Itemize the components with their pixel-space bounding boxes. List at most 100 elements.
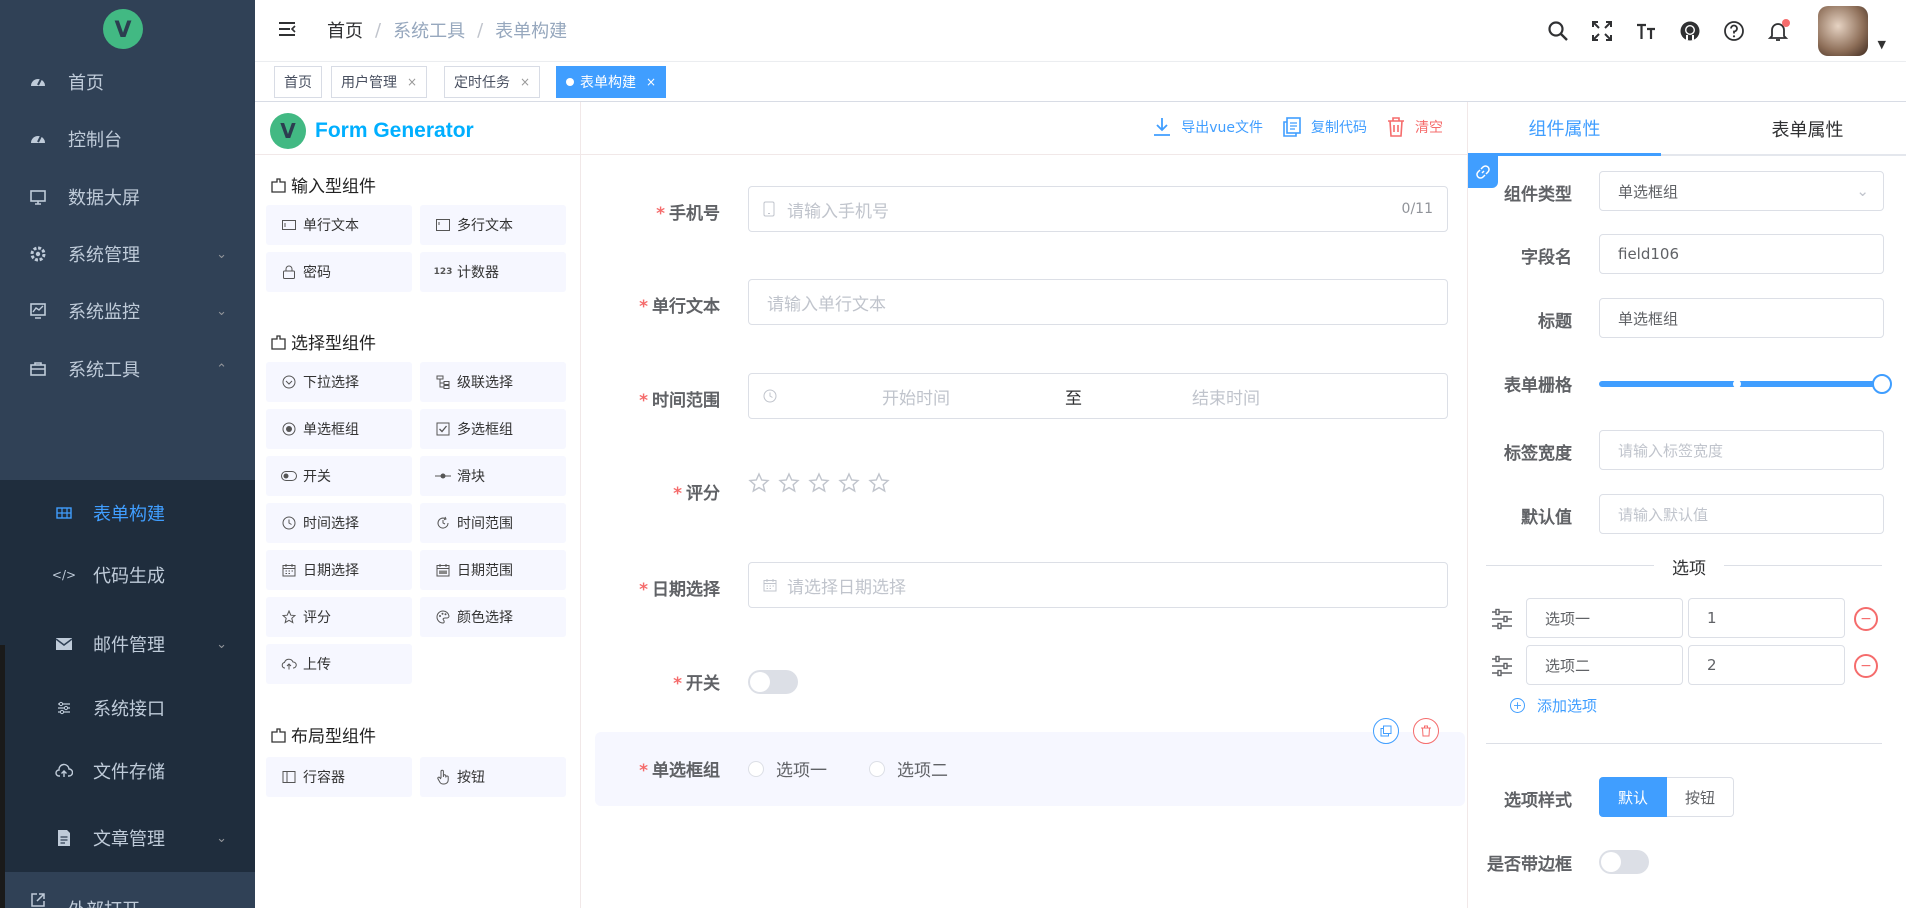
title-input[interactable]: 单选框组 [1599, 298, 1884, 338]
component-radio[interactable]: 单选框组 [266, 409, 412, 449]
checkbox-icon [435, 421, 451, 437]
star-icon[interactable] [868, 472, 890, 494]
tab-component-props[interactable]: 组件属性 [1468, 102, 1661, 156]
sidebar-subitem-form-builder[interactable]: 表单构建 [0, 483, 255, 543]
component-rate[interactable]: 评分 [266, 597, 412, 637]
add-option-button[interactable]: + 添加选项 [1510, 695, 1597, 716]
sidebar-subitem-api[interactable]: 系统接口 [0, 678, 255, 738]
font-size-icon[interactable] [1628, 13, 1664, 49]
caret-down-icon[interactable]: ▼ [1878, 38, 1886, 51]
sidebar-item-system-monitor[interactable]: 系统监控 ⌄ [0, 281, 255, 341]
sidebar-item-articles[interactable]: 文章管理 ⌄ [0, 808, 255, 868]
copy-item-button[interactable] [1373, 718, 1399, 744]
date-input[interactable]: 请选择日期选择 [748, 562, 1448, 608]
clear-button[interactable]: 清空 [1385, 116, 1443, 138]
component-cascader[interactable]: 级联选择 [420, 362, 566, 402]
tab-form-props[interactable]: 表单属性 [1711, 102, 1904, 156]
component-type-select[interactable]: 单选框组 ⌄ [1599, 171, 1884, 211]
tag-user-manage[interactable]: 用户管理 × [331, 66, 428, 98]
option-value-input[interactable]: 1 [1688, 598, 1845, 638]
tag-form-builder[interactable]: 表单构建 × [556, 66, 667, 98]
component-switch[interactable]: 开关 [266, 456, 412, 496]
row-icon [281, 769, 297, 785]
bell-icon[interactable] [1760, 13, 1796, 49]
sidebar-item-system-manage[interactable]: 系统管理 ⌄ [0, 224, 255, 284]
avatar[interactable] [1817, 6, 1868, 56]
time-range-input[interactable]: 开始时间 至 结束时间 [748, 373, 1448, 419]
sidebar-subitem-code-gen[interactable]: </> 代码生成 [0, 545, 255, 605]
sidebar-subitem-label: 系统接口 [93, 699, 165, 720]
delete-item-button[interactable] [1413, 718, 1439, 744]
radio-circle[interactable] [869, 760, 885, 777]
star-icon[interactable] [778, 472, 800, 494]
header-icons: ▼ [1532, 0, 1906, 62]
sliders-icon [54, 698, 74, 718]
radio-option[interactable]: 选项二 [869, 756, 948, 781]
form-item-radio-active[interactable]: * 单选框组 选项一 选项二 [595, 718, 1465, 806]
remove-option-icon[interactable]: − [1854, 607, 1878, 631]
sidebar-item-console[interactable]: 控制台 [0, 109, 255, 169]
vue-logo-icon[interactable]: V [102, 8, 144, 50]
slider-handle[interactable] [1872, 374, 1892, 394]
star-icon[interactable] [748, 472, 770, 494]
span-slider[interactable] [1599, 374, 1892, 394]
sidebar-item-external[interactable]: 外部打开 [0, 878, 255, 908]
component-time-range[interactable]: 时间范围 [420, 503, 566, 543]
option-label-input[interactable]: 选项二 [1526, 645, 1683, 685]
component-button[interactable]: 按钮 [420, 757, 566, 797]
component-number[interactable]: 123 计数器 [420, 252, 566, 292]
option-value-input[interactable]: 2 [1688, 645, 1845, 685]
breadcrumb-item[interactable]: 首页 [327, 17, 363, 43]
component-checkbox[interactable]: 多选框组 [420, 409, 566, 449]
star-icon[interactable] [808, 472, 830, 494]
sidebar-item-data-screen[interactable]: 数据大屏 [0, 167, 255, 227]
star-icon[interactable] [838, 472, 860, 494]
close-icon[interactable]: × [520, 75, 530, 89]
component-row[interactable]: 行容器 [266, 757, 412, 797]
sidebar-subitem-file-storage[interactable]: 文件存储 [0, 741, 255, 801]
sidebar-item-label: 数据大屏 [68, 188, 140, 209]
default-value-input[interactable]: 请输入默认值 [1599, 494, 1884, 534]
export-vue-button[interactable]: 导出vue文件 [1151, 116, 1263, 138]
component-select[interactable]: 下拉选择 [266, 362, 412, 402]
component-color[interactable]: 颜色选择 [420, 597, 566, 637]
tag-label: 用户管理 [341, 75, 397, 91]
component-time[interactable]: 时间选择 [266, 503, 412, 543]
component-single-text[interactable]: 单行文本 [266, 205, 412, 245]
component-upload[interactable]: 上传 [266, 644, 412, 684]
sidebar-item-system-tools[interactable]: 系统工具 ⌃ [0, 339, 255, 399]
copy-code-button[interactable]: 复制代码 [1281, 116, 1367, 138]
tag-scheduled-tasks[interactable]: 定时任务 × [444, 66, 541, 98]
github-icon[interactable] [1672, 13, 1708, 49]
drag-handle-icon[interactable] [1490, 607, 1514, 631]
component-date[interactable]: 日期选择 [266, 550, 412, 590]
help-icon[interactable] [1716, 13, 1752, 49]
drag-handle-icon[interactable] [1490, 654, 1514, 678]
tag-home[interactable]: 首页 [274, 66, 322, 98]
component-slider[interactable]: 滑块 [420, 456, 566, 496]
close-icon[interactable]: × [407, 75, 417, 89]
option-label-input[interactable]: 选项一 [1526, 598, 1683, 638]
component-textarea[interactable]: 多行文本 [420, 205, 566, 245]
radio-option[interactable]: 选项一 [748, 756, 827, 781]
switch-toggle[interactable] [748, 670, 798, 694]
remove-option-icon[interactable]: − [1854, 654, 1878, 678]
close-icon[interactable]: × [646, 75, 656, 89]
option-style-button-button[interactable]: 按钮 [1667, 777, 1735, 817]
phone-input[interactable]: 请输入手机号 0/11 [748, 186, 1448, 232]
component-date-range[interactable]: 日期范围 [420, 550, 566, 590]
radio-circle[interactable] [748, 760, 764, 777]
fullscreen-icon[interactable] [1584, 13, 1620, 49]
single-text-input[interactable]: 请输入单行文本 [748, 279, 1448, 325]
search-icon[interactable] [1540, 13, 1576, 49]
label-width-input[interactable]: 请输入标签宽度 [1599, 430, 1884, 470]
sidebar-item-label: 系统管理 [68, 245, 140, 266]
hamburger-icon[interactable] [277, 19, 297, 39]
component-password[interactable]: 密码 [266, 252, 412, 292]
sidebar-item-home[interactable]: 首页 [0, 52, 255, 112]
sidebar-item-mail[interactable]: 邮件管理 ⌄ [0, 614, 255, 674]
option-style-default-button[interactable]: 默认 [1599, 777, 1668, 817]
border-switch[interactable] [1599, 850, 1649, 874]
rate-stars[interactable] [748, 472, 890, 494]
field-name-input[interactable]: field106 [1599, 234, 1884, 274]
